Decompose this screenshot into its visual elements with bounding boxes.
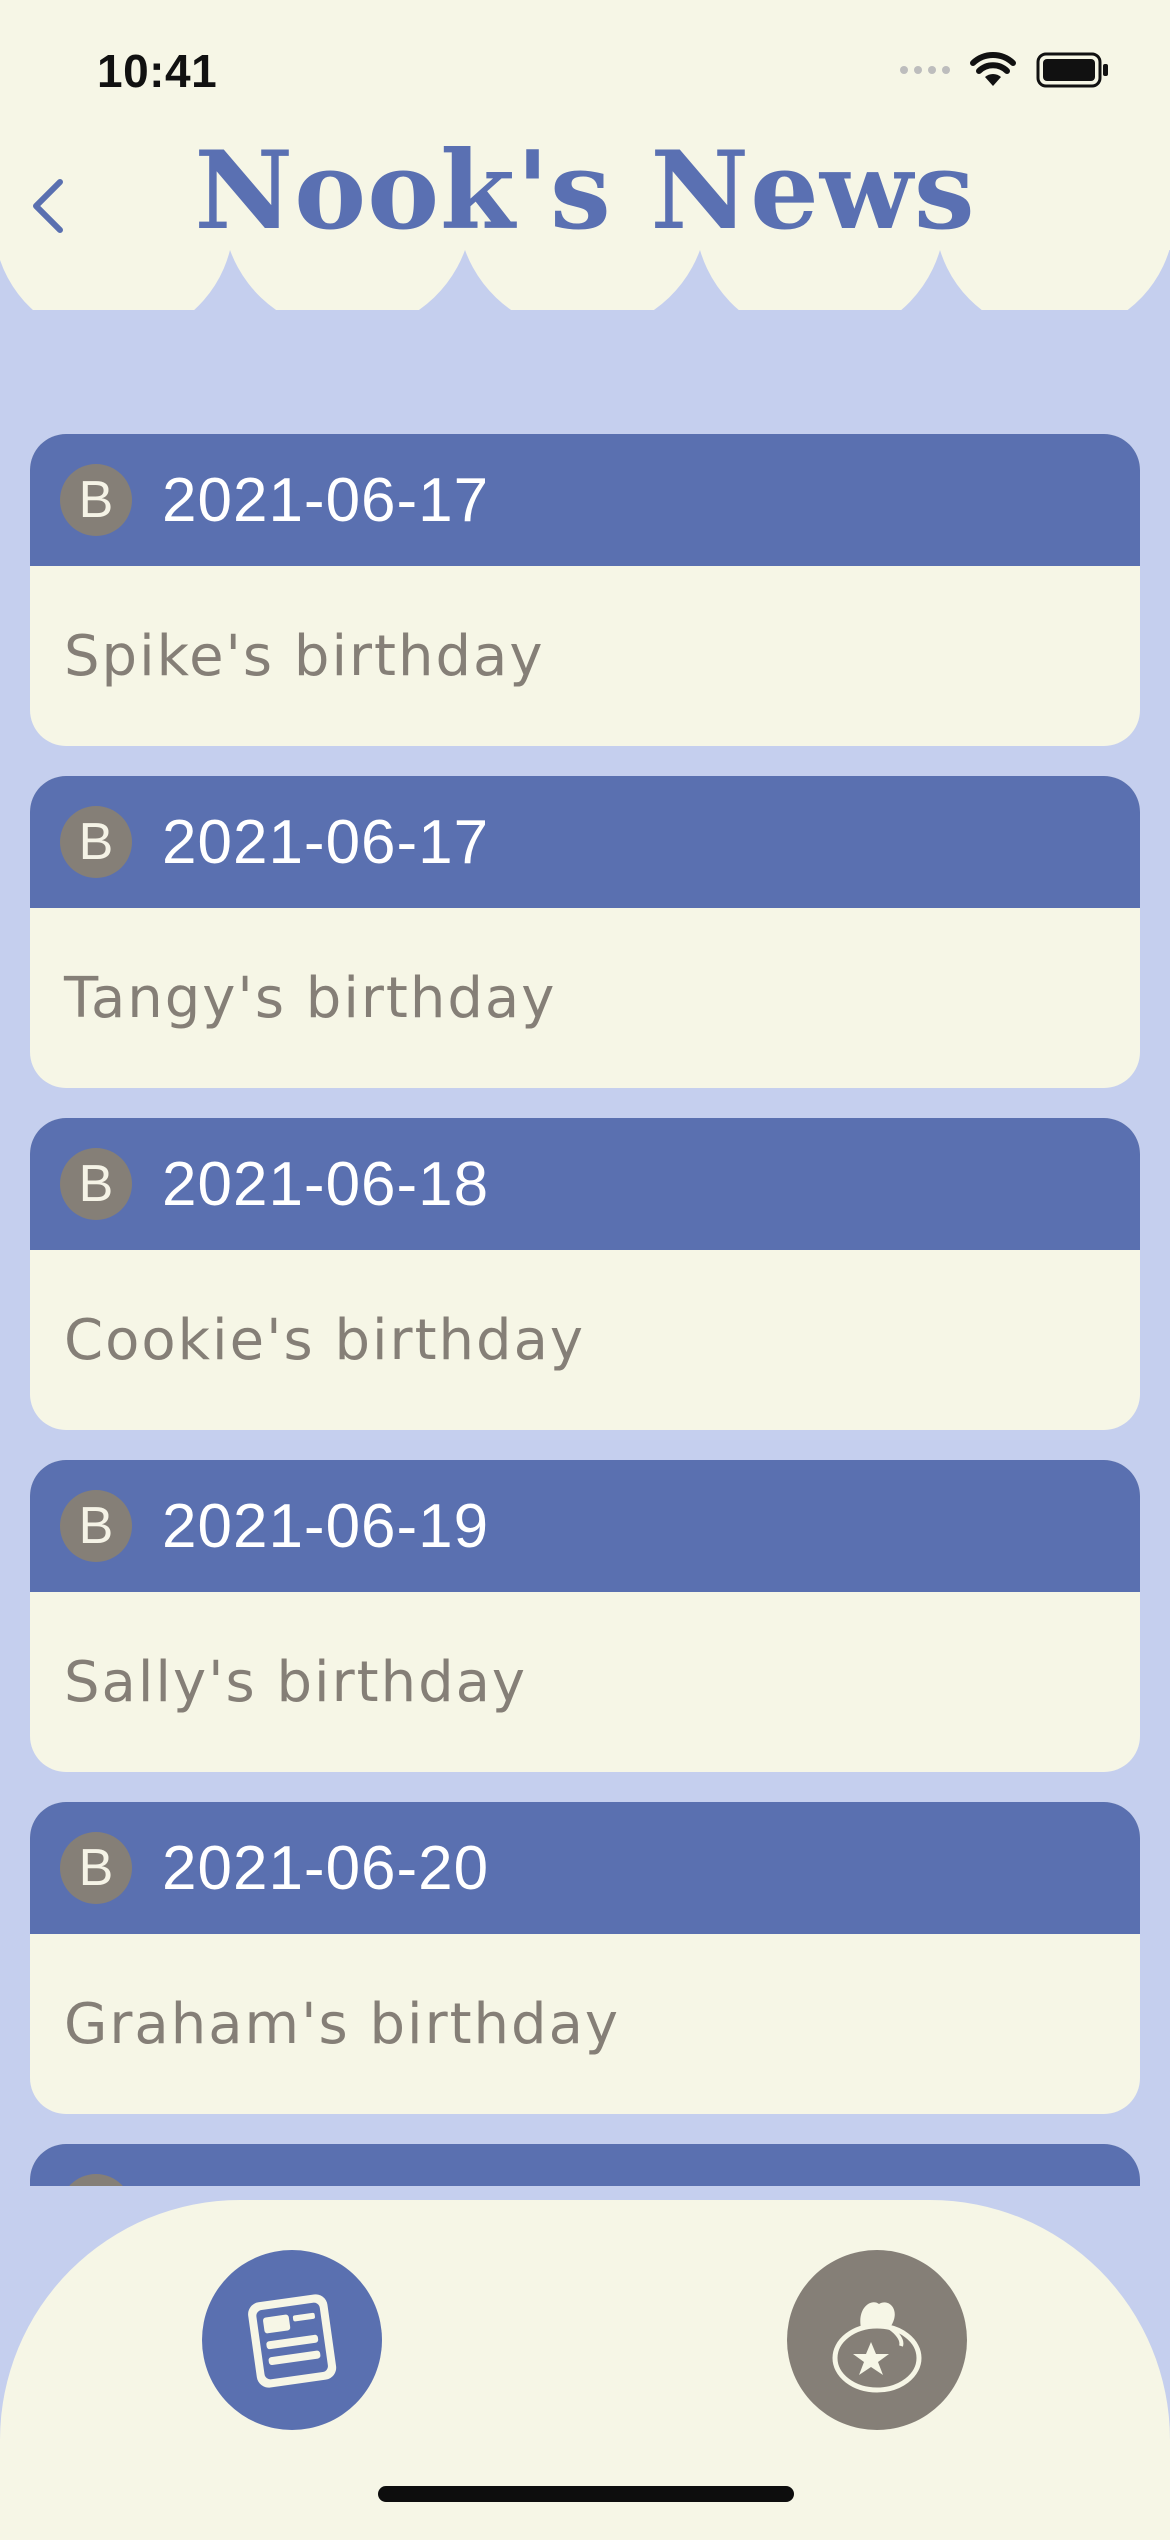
news-text: Spike's birthday: [64, 623, 545, 689]
news-text: Cookie's birthday: [64, 1307, 586, 1373]
news-card-header: B 2021-06-17: [30, 776, 1140, 908]
birthday-badge: B: [60, 1148, 132, 1220]
news-date: 2021-06-17: [162, 465, 490, 535]
battery-icon: [1036, 52, 1108, 88]
news-date: 2021-06-18: [162, 1149, 490, 1219]
home-indicator[interactable]: [378, 2486, 794, 2502]
birthday-badge: B: [60, 1832, 132, 1904]
newspaper-icon: [248, 2294, 337, 2388]
news-text: Graham's birthday: [64, 1991, 621, 2057]
news-date: 2021-06-20: [162, 1833, 490, 1903]
news-card[interactable]: B 2021-06-17 Spike's birthday: [30, 434, 1140, 746]
news-date: 2021-06-17: [162, 807, 490, 877]
birthday-badge: B: [60, 806, 132, 878]
news-text: Sally's birthday: [64, 1649, 528, 1715]
bag-icon: [832, 2302, 922, 2393]
status-icons: [900, 52, 1110, 88]
news-card-header: B 2021-06-19: [30, 1460, 1140, 1592]
birthday-badge: B: [60, 2174, 132, 2186]
news-list[interactable]: B 2021-06-17 Spike's birthday B 2021-06-…: [30, 434, 1140, 2186]
news-card-header: B 2021-06-17: [30, 434, 1140, 566]
news-card[interactable]: B 2021-06-19 Sally's birthday: [30, 1460, 1140, 1772]
cellular-signal-icon: [900, 66, 950, 74]
news-card-header: B 2021-06-18: [30, 1118, 1140, 1250]
wifi-icon: [970, 52, 1016, 86]
birthday-badge: B: [60, 464, 132, 536]
news-card[interactable]: B: [30, 2144, 1140, 2186]
page-title: Nook's News: [194, 128, 976, 254]
news-card[interactable]: B 2021-06-18 Cookie's birthday: [30, 1118, 1140, 1430]
news-card-header: B 2021-06-20: [30, 1802, 1140, 1934]
news-tab-button[interactable]: [202, 2250, 382, 2430]
news-card[interactable]: B 2021-06-17 Tangy's birthday: [30, 776, 1140, 1088]
news-date: 2021-06-19: [162, 1491, 490, 1561]
news-card[interactable]: B 2021-06-20 Graham's birthday: [30, 1802, 1140, 2114]
news-card-header: B: [30, 2144, 1140, 2186]
news-text: Tangy's birthday: [64, 965, 557, 1031]
birthday-badge: B: [60, 1490, 132, 1562]
bells-tab-button[interactable]: [787, 2250, 967, 2430]
status-time: 10:41: [97, 45, 218, 97]
